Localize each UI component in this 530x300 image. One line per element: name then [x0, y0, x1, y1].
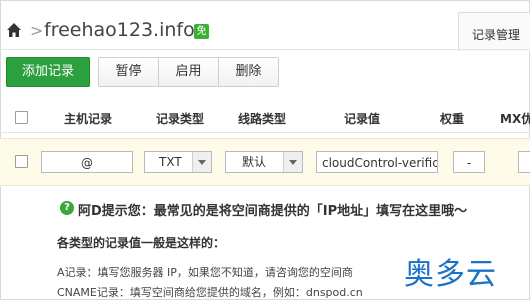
record-value-input[interactable]: cloudControl-verifica: [316, 151, 438, 173]
line-type-value: 默认: [242, 155, 267, 169]
hint-line-a-record: A记录：填写您服务器 IP，如果您不知道，请咨询您的空间商: [57, 266, 353, 279]
watermark-logo: 奥多云: [404, 257, 497, 292]
column-weight: 权重: [440, 112, 465, 126]
delete-button[interactable]: 删除: [219, 58, 278, 86]
tab-record-management-label: 记录管理: [472, 28, 521, 42]
breadcrumb-separator: >: [30, 21, 44, 40]
column-type: 记录类型: [156, 112, 205, 126]
table-header: 主机记录 记录类型 线路类型 记录值 权重 MX优: [0, 102, 530, 133]
weight-input[interactable]: -: [453, 151, 485, 173]
help-icon: ?: [60, 201, 74, 215]
column-mx: MX优: [500, 112, 530, 126]
chevron-down-icon: [192, 152, 211, 172]
host-record-input[interactable]: @: [41, 151, 133, 173]
mx-priority-input[interactable]: [518, 151, 530, 173]
chevron-down-icon: [283, 152, 302, 172]
hint-subtitle: 各类型的记录值一般是这样的：: [57, 236, 226, 250]
domain-title: freehao123.info: [44, 19, 195, 41]
add-record-button[interactable]: 添加记录: [6, 57, 90, 87]
table-row: @ TXT 默认 cloudControl-verifica -: [0, 138, 530, 186]
pause-button[interactable]: 暂停: [99, 58, 159, 86]
row-checkbox[interactable]: [15, 155, 28, 168]
hint-line-cname-record: CNAME记录：填写空间商给您提供的域名，例如：dnspod.cn: [57, 286, 363, 299]
select-all-checkbox[interactable]: [15, 111, 28, 124]
record-type-select[interactable]: TXT: [144, 151, 212, 173]
line-type-select[interactable]: 默认: [225, 151, 303, 173]
free-badge: 免: [194, 24, 209, 39]
column-value: 记录值: [344, 112, 381, 126]
record-type-value: TXT: [159, 155, 182, 169]
action-button-group: 暂停 启用 删除: [98, 57, 279, 87]
hint-title: 阿D提示您：最常见的是将空间商提供的「IP地址」填写在这里哦～: [78, 204, 468, 219]
header-divider: [0, 49, 530, 50]
enable-button[interactable]: 启用: [159, 58, 219, 86]
home-icon[interactable]: [6, 22, 22, 38]
column-line: 线路类型: [238, 112, 287, 126]
column-host: 主机记录: [64, 112, 113, 126]
